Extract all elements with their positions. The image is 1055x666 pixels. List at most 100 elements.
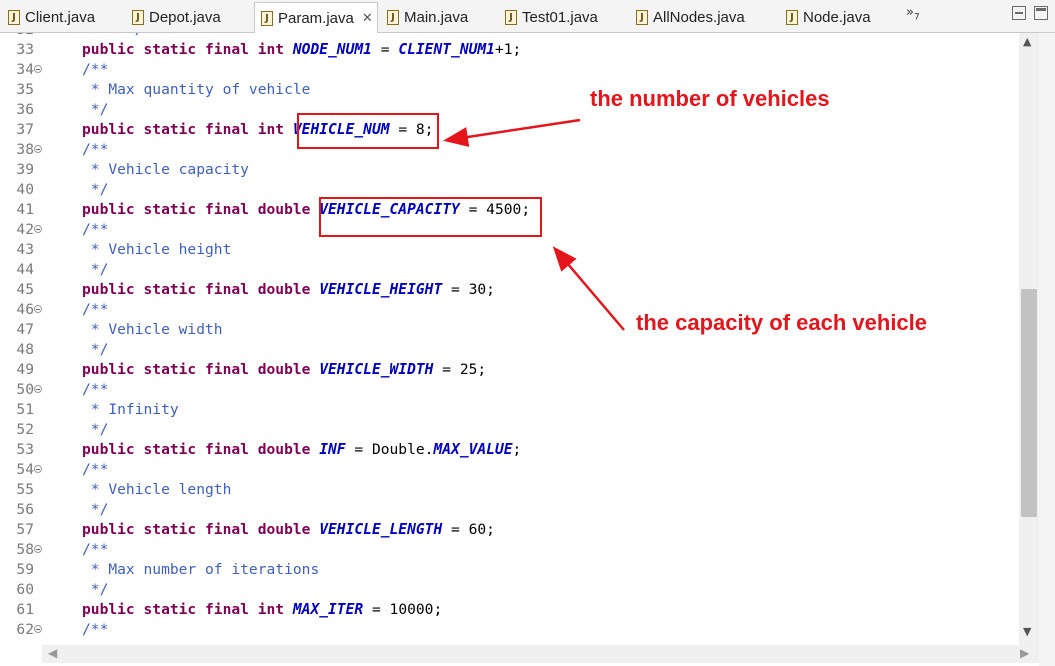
code-comment: /** [82, 221, 109, 238]
fold-collapse-icon[interactable] [34, 385, 42, 393]
line-number: 32 [0, 33, 34, 40]
fold-collapse-icon[interactable] [34, 145, 42, 153]
code-text: * Vehicle height [82, 240, 232, 260]
code-text: * Max number of iterations [82, 560, 319, 580]
scroll-left-icon[interactable]: ◀ [48, 646, 57, 660]
tab-client-java[interactable]: J Client.java [2, 3, 95, 31]
code-line: 56 */ [0, 500, 1019, 520]
code-line: 58 /** [0, 540, 1019, 560]
code-field: INF [319, 441, 346, 458]
fold-collapse-icon[interactable] [34, 625, 42, 633]
code-line: 55 * Vehicle length [0, 480, 1019, 500]
code-line: 48 */ [0, 340, 1019, 360]
line-number: 52 [16, 421, 34, 438]
code-line: 57 public static final double VEHICLE_LEN… [0, 520, 1019, 540]
code-field: MAX_ITER [292, 601, 364, 618]
line-number: 43 [16, 241, 34, 258]
vertical-scrollbar[interactable]: ▲ ▼ [1019, 33, 1039, 645]
code-editor[interactable]: 32 */33public static final int NODE_NUM1… [0, 33, 1019, 645]
code-token: = 60; [442, 521, 495, 538]
line-number: 51 [16, 401, 34, 418]
line-number: 34 [16, 61, 34, 78]
line-number: 48 [16, 341, 34, 358]
code-line: 33 public static final int NODE_NUM1 = CL… [0, 40, 1019, 60]
tab-label: Param.java [278, 9, 354, 27]
horizontal-scrollbar[interactable]: ◀ ▶ [42, 645, 1039, 663]
fold-collapse-icon[interactable] [34, 65, 42, 73]
java-file-icon: J [636, 9, 648, 25]
code-text: */ [82, 180, 109, 200]
code-comment: /** [82, 301, 109, 318]
code-text: public static final double VEHICLE_LENGT… [82, 520, 495, 540]
line-number: 54 [16, 461, 34, 478]
code-comment: * Vehicle width [82, 321, 223, 338]
vehicle-num-highlight-box [297, 113, 439, 149]
code-text: */ [82, 33, 144, 40]
line-number: 58 [16, 541, 34, 558]
tab-node-java[interactable]: J Node.java [780, 3, 871, 31]
fold-collapse-icon[interactable] [34, 225, 42, 233]
code-line: 34 /** [0, 60, 1019, 80]
line-number: 57 [16, 521, 34, 538]
line-number: 59 [16, 561, 34, 578]
tab-main-java[interactable]: J Main.java [381, 3, 468, 31]
code-line: 54 /** [0, 460, 1019, 480]
code-line: 59 * Max number of iterations [0, 560, 1019, 580]
code-line: 32 */ [0, 33, 1019, 40]
tab-label: Client.java [25, 8, 96, 26]
code-text: * Max quantity of vehicle [82, 80, 311, 100]
code-text: public static final int NODE_NUM1 = CLIE… [82, 40, 521, 60]
editor-tab-bar: J Client.java J Depot.java J Param.java ✕ JM… [0, 0, 1055, 33]
code-text: public static final double VEHICLE_WIDTH… [82, 360, 486, 380]
code-token: = 30; [442, 281, 495, 298]
code-comment: */ [82, 181, 109, 198]
scroll-right-icon[interactable]: ▶ [1020, 646, 1029, 660]
tab-param-java[interactable]: J Param.java ✕ [254, 2, 378, 33]
code-token: = 10000; [363, 601, 443, 618]
code-comment: * Vehicle height [82, 241, 232, 258]
line-number: 40 [16, 181, 34, 198]
code-comment: */ [82, 501, 109, 518]
code-text: * Vehicle length [82, 480, 232, 500]
tab-depot-java[interactable]: J Depot.java [126, 3, 221, 31]
code-lines: 32 */33public static final int NODE_NUM1… [0, 33, 1019, 640]
code-text: */ [82, 260, 109, 280]
code-field: VEHICLE_LENGTH [319, 521, 443, 538]
scroll-down-icon[interactable]: ▼ [1023, 625, 1031, 638]
tab-allnodes-java[interactable]: J AllNodes.java [630, 3, 745, 31]
line-number: 56 [16, 501, 34, 518]
code-line: 53 public static final double INF = Doubl… [0, 440, 1019, 460]
code-keyword: public static final int [82, 121, 293, 138]
tab-overflow-button[interactable]: »7 [906, 5, 920, 23]
vertical-scroll-thumb[interactable] [1021, 289, 1037, 517]
code-comment: /** [82, 141, 109, 158]
line-number: 53 [16, 441, 34, 458]
fold-collapse-icon[interactable] [34, 465, 42, 473]
code-comment: /** [82, 621, 109, 638]
fold-collapse-icon[interactable] [34, 305, 42, 313]
tab-label: Depot.java [149, 8, 221, 26]
fold-collapse-icon[interactable] [34, 545, 42, 553]
close-icon[interactable]: ✕ [362, 10, 373, 26]
tab-label: Node.java [803, 8, 871, 26]
code-text: /** [82, 140, 108, 160]
line-number: 36 [16, 101, 34, 118]
code-token: +1; [494, 41, 522, 58]
code-text: /** [82, 60, 108, 80]
code-keyword: public static final double [82, 361, 320, 378]
tab-test01-java[interactable]: J Test01.java [499, 3, 598, 31]
code-text: /** [82, 380, 108, 400]
line-number: 49 [16, 361, 34, 378]
code-line: 52 */ [0, 420, 1019, 440]
code-line: 36 */ [0, 100, 1019, 120]
maximize-button[interactable] [1034, 6, 1048, 20]
code-keyword: public static final int [82, 601, 293, 618]
code-comment: */ [82, 581, 109, 598]
vehicle-capacity-note: the capacity of each vehicle [636, 310, 928, 335]
scroll-up-icon[interactable]: ▲ [1023, 35, 1031, 48]
code-text: /** [82, 220, 108, 240]
line-number: 46 [16, 301, 34, 318]
code-line: 37 public static final int VEHICLE_NUM = … [0, 120, 1019, 140]
line-number: 35 [16, 81, 34, 98]
minimize-button[interactable] [1012, 6, 1026, 20]
